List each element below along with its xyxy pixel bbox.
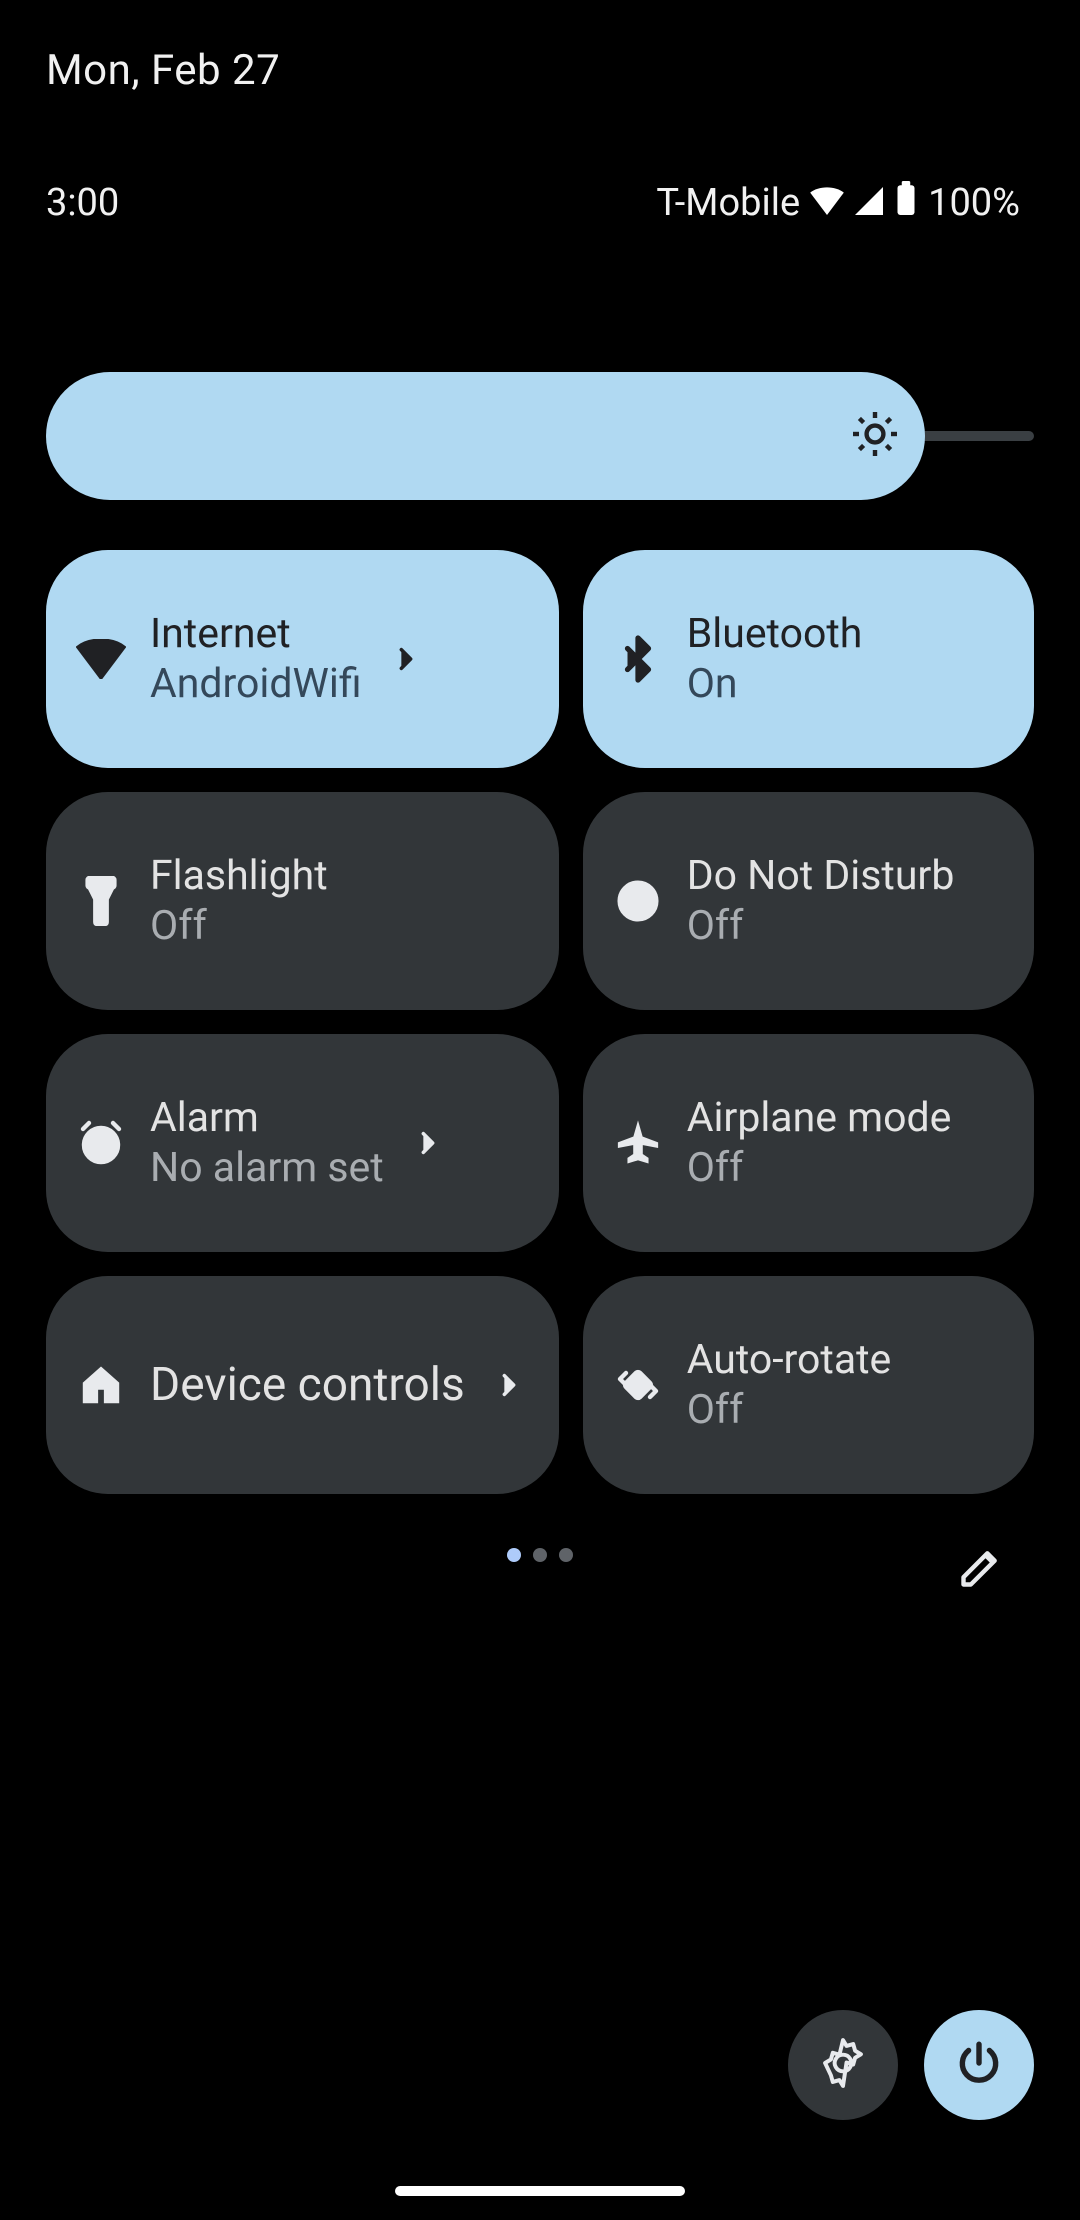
flashlight-tile[interactable]: Flashlight Off — [46, 792, 559, 1010]
chevron-right-icon[interactable] — [382, 645, 430, 673]
chevron-right-icon[interactable] — [404, 1129, 452, 1157]
auto-rotate-subtitle: Off — [687, 1386, 892, 1434]
wifi-icon — [72, 639, 130, 679]
auto-rotate-title: Auto-rotate — [687, 1336, 892, 1384]
device-controls-tile[interactable]: Device controls — [46, 1276, 559, 1494]
cellular-status-icon — [854, 181, 884, 225]
clock-time: 3:00 — [46, 181, 119, 225]
power-icon — [954, 2038, 1004, 2092]
brightness-track — [46, 431, 1034, 441]
wifi-status-icon — [810, 181, 844, 225]
do-not-disturb-icon — [609, 879, 667, 923]
alarm-title: Alarm — [150, 1094, 384, 1142]
airplane-mode-tile[interactable]: Airplane mode Off — [583, 1034, 1034, 1252]
footer-actions — [788, 2010, 1034, 2120]
dnd-title: Do Not Disturb — [687, 852, 955, 900]
alarm-subtitle: No alarm set — [150, 1144, 384, 1192]
alarm-tile[interactable]: Alarm No alarm set — [46, 1034, 559, 1252]
chevron-right-icon[interactable] — [485, 1371, 533, 1399]
airplane-title: Airplane mode — [687, 1094, 952, 1142]
date-label: Mon, Feb 27 — [46, 46, 280, 95]
brightness-fill — [46, 372, 925, 500]
battery-percent: 100% — [928, 181, 1020, 225]
gear-icon — [818, 2038, 868, 2092]
bluetooth-title: Bluetooth — [687, 610, 863, 658]
internet-title: Internet — [150, 610, 362, 658]
bluetooth-subtitle: On — [687, 660, 863, 708]
auto-rotate-icon — [609, 1361, 667, 1409]
status-right-cluster: T-Mobile 100% — [656, 181, 1020, 225]
airplane-subtitle: Off — [687, 1144, 952, 1192]
page-dot-1 — [507, 1548, 521, 1562]
internet-tile[interactable]: Internet AndroidWifi — [46, 550, 559, 768]
status-bar: 3:00 T-Mobile 100% — [0, 180, 1080, 226]
gesture-nav-bar[interactable] — [395, 2186, 685, 2196]
bluetooth-tile[interactable]: Bluetooth On — [583, 550, 1034, 768]
page-dot-3 — [559, 1548, 573, 1562]
quick-settings-grid: Internet AndroidWifi Bluetooth On Flashl… — [46, 550, 1034, 1494]
brightness-slider[interactable] — [46, 372, 1034, 500]
edit-tiles-button[interactable] — [952, 1542, 1008, 1598]
brightness-icon — [851, 410, 899, 462]
alarm-icon — [72, 1119, 130, 1167]
page-dot-2 — [533, 1548, 547, 1562]
bluetooth-icon — [609, 635, 667, 683]
battery-status-icon — [894, 181, 918, 225]
internet-subtitle: AndroidWifi — [150, 660, 362, 708]
settings-button[interactable] — [788, 2010, 898, 2120]
dnd-tile[interactable]: Do Not Disturb Off — [583, 792, 1034, 1010]
flashlight-subtitle: Off — [150, 902, 328, 950]
pager-row — [0, 1548, 1080, 1608]
auto-rotate-tile[interactable]: Auto-rotate Off — [583, 1276, 1034, 1494]
home-icon — [72, 1362, 130, 1408]
dnd-subtitle: Off — [687, 902, 955, 950]
flashlight-icon — [72, 876, 130, 926]
page-dots[interactable] — [507, 1548, 573, 1562]
pencil-icon — [958, 1546, 1002, 1594]
power-button[interactable] — [924, 2010, 1034, 2120]
airplane-icon — [609, 1120, 667, 1166]
carrier-label: T-Mobile — [656, 181, 800, 225]
flashlight-title: Flashlight — [150, 852, 328, 900]
device-controls-title: Device controls — [150, 1358, 465, 1412]
